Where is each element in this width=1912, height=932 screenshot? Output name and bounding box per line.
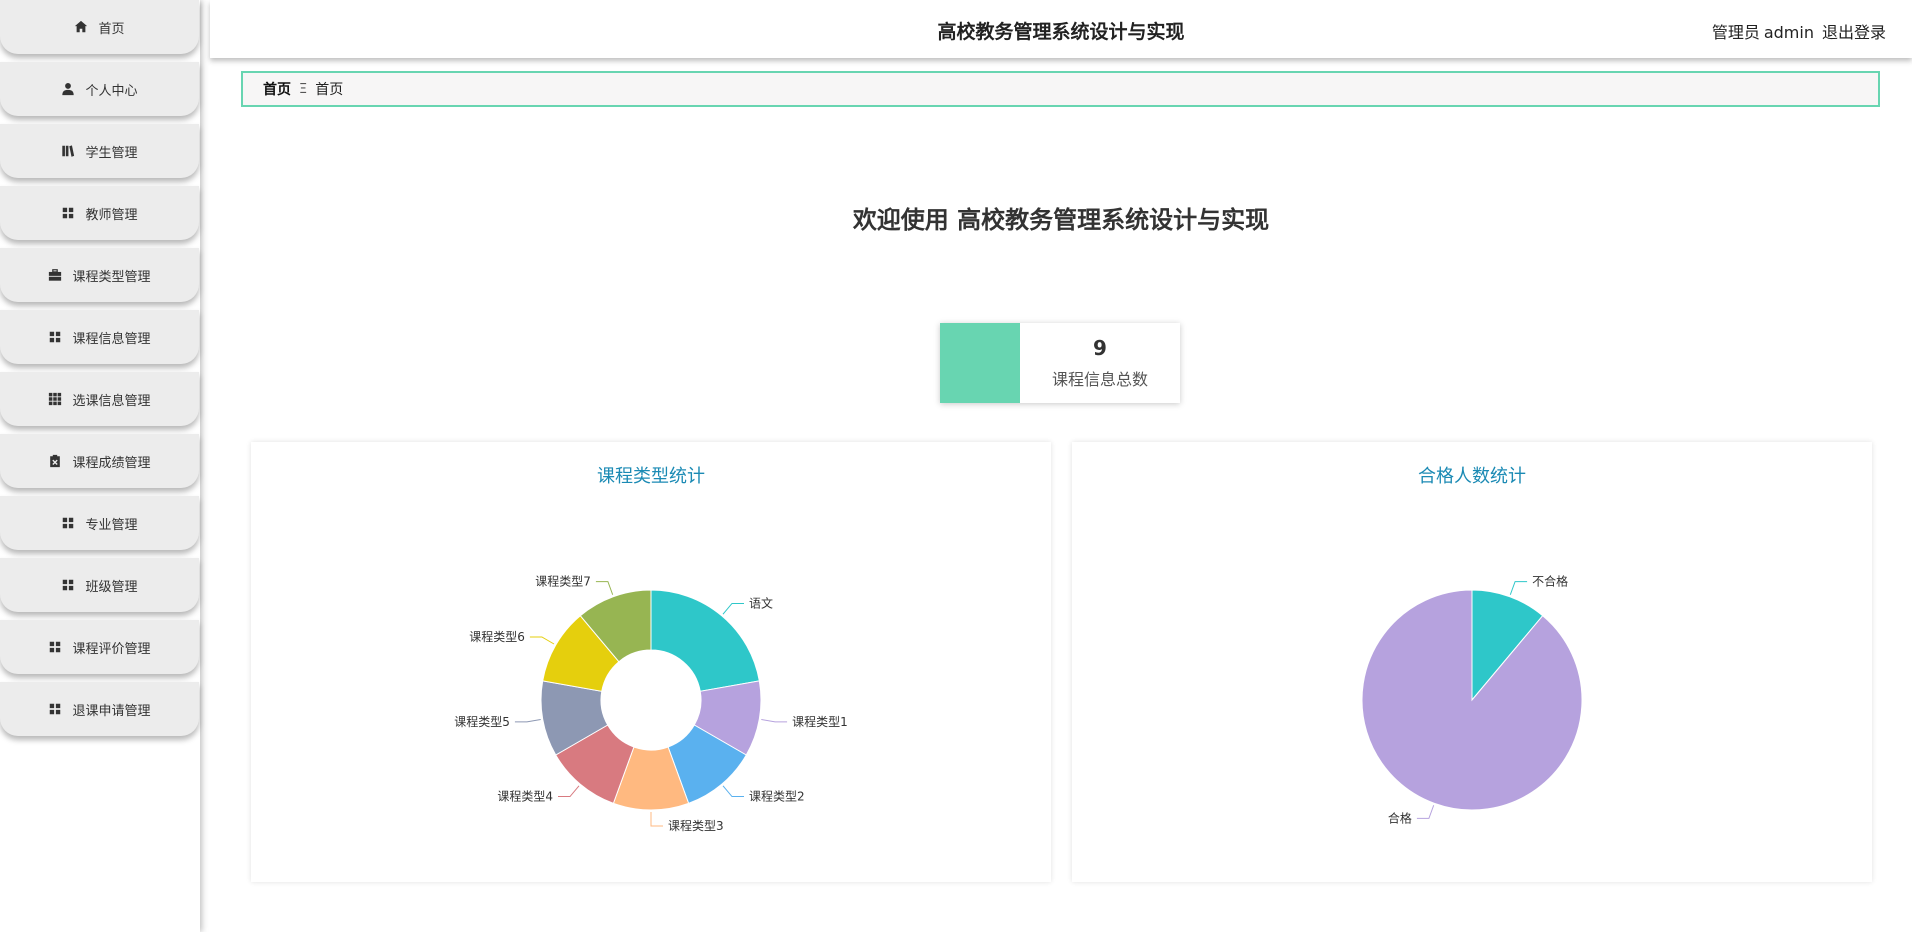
stat-card-color-block xyxy=(940,323,1020,403)
sidebar-item-5[interactable]: 课程信息管理 xyxy=(0,310,199,364)
stat-card: 9 课程信息总数 xyxy=(940,323,1180,403)
breadcrumb: 首页 Ξ 首页 xyxy=(241,71,1880,107)
breadcrumb-separator-icon: Ξ xyxy=(299,81,308,97)
course-type-label-line-6 xyxy=(529,636,555,645)
breadcrumb-current: 首页 xyxy=(315,82,344,98)
grid-icon xyxy=(61,516,75,530)
stat-card-value: 9 xyxy=(1093,336,1107,360)
pass-count-label-line-1 xyxy=(1416,805,1435,819)
course-type-label-5: 课程类型5 xyxy=(454,714,510,729)
pass-count-pie-chart: 不合格合格 xyxy=(1361,574,1583,825)
grid-icon xyxy=(48,640,62,654)
sidebar-item-label: 学生管理 xyxy=(85,145,138,161)
stat-card-label: 课程信息总数 xyxy=(1051,370,1148,389)
sidebar-item-7[interactable]: 课程成绩管理 xyxy=(0,434,199,488)
sidebar-item-3[interactable]: 教师管理 xyxy=(0,186,199,240)
course-type-donut-chart: 语文课程类型1 课程类型2 课程类型3 课程类型4 课程类型5 课程类型6 课程类型7 xyxy=(454,574,848,833)
course-type-label-line-0 xyxy=(722,602,744,615)
sidebar-item-0[interactable]: 首页 xyxy=(0,0,199,54)
sidebar-item-8[interactable]: 专业管理 xyxy=(0,496,199,550)
grid-icon xyxy=(61,578,75,592)
sidebar-item-9[interactable]: 班级管理 xyxy=(0,558,199,612)
sidebar-item-label: 首页 xyxy=(98,21,125,37)
sidebar-item-label: 退课申请管理 xyxy=(72,703,151,719)
sidebar-item-4[interactable]: 课程类型管理 xyxy=(0,248,199,302)
user-icon xyxy=(61,82,75,96)
course-type-label-line-7 xyxy=(595,581,614,595)
pass-count-label-line-0 xyxy=(1509,581,1528,595)
sidebar-item-1[interactable]: 个人中心 xyxy=(0,62,199,116)
sidebar-item-label: 专业管理 xyxy=(85,517,138,533)
course-type-label-2: 课程类型2 xyxy=(749,789,805,804)
sidebar-item-label: 班级管理 xyxy=(85,579,138,595)
apps-icon xyxy=(48,392,62,406)
sidebar: 首页个人中心学生管理教师管理课程类型管理 课程信息管理 选课信息管理 课程成绩管理 专业… xyxy=(0,0,200,932)
course-type-label-3: 课程类型3 xyxy=(668,818,724,833)
grid-icon xyxy=(48,330,62,344)
briefcase-icon xyxy=(48,268,62,282)
book-icon xyxy=(61,144,75,158)
sidebar-item-label: 课程成绩管理 xyxy=(72,455,151,471)
course-type-label-line-5 xyxy=(514,718,541,723)
breadcrumb-home[interactable]: 首页 xyxy=(263,79,291,99)
clipboard-icon xyxy=(48,454,62,468)
course-type-label-line-3 xyxy=(650,812,663,827)
home-icon xyxy=(74,20,88,34)
sidebar-item-11[interactable]: 退课申请管理 xyxy=(0,682,199,736)
course-type-label-line-2 xyxy=(722,785,744,798)
sidebar-item-label: 教师管理 xyxy=(85,207,138,223)
app-title: 高校教务管理系统设计与实现 xyxy=(937,21,1185,43)
course-type-label-4: 课程类型4 xyxy=(497,789,553,804)
sidebar-item-6[interactable]: 选课信息管理 xyxy=(0,372,199,426)
pass-count-label-0: 不合格 xyxy=(1532,574,1568,589)
welcome-heading: 欢迎使用 高校教务管理系统设计与实现 xyxy=(852,206,1270,234)
grid-icon xyxy=(61,206,75,220)
user-area: 管理员 admin 退出登录 xyxy=(1704,19,1886,43)
user-role: 管理员 xyxy=(1711,23,1760,42)
course-type-chart-panel: 课程类型统计 语文 课程类型1 课程类型2 课程类型3 课程类型4 课程类型5 课程类型6 课… xyxy=(251,442,1051,882)
sidebar-item-label: 选课信息管理 xyxy=(72,393,151,409)
course-type-slice-0[interactable] xyxy=(650,589,760,692)
logout-button[interactable]: 退出登录 xyxy=(1822,23,1886,42)
username: admin xyxy=(1763,23,1814,42)
sidebar-item-2[interactable]: 学生管理 xyxy=(0,124,199,178)
course-type-label-line-1 xyxy=(761,718,788,723)
course-type-label-7: 课程类型7 xyxy=(535,574,591,589)
course-type-label-0: 语文 xyxy=(749,595,773,610)
header: 高校教务管理系统设计与实现 管理员 admin 退出登录 xyxy=(210,0,1912,58)
pass-count-label-1: 合格 xyxy=(1388,810,1412,825)
course-type-label-1: 课程类型1 xyxy=(792,714,848,729)
grid-icon xyxy=(48,702,62,716)
sidebar-item-label: 课程评价管理 xyxy=(72,641,151,657)
sidebar-item-label: 个人中心 xyxy=(85,83,138,99)
pass-count-slice-1[interactable] xyxy=(1361,589,1583,811)
sidebar-item-label: 课程类型管理 xyxy=(72,269,151,285)
sidebar-item-label: 课程信息管理 xyxy=(72,331,151,347)
stat-card-body: 9 课程信息总数 xyxy=(1020,323,1180,403)
course-type-label-line-4 xyxy=(558,785,580,798)
sidebar-item-10[interactable]: 课程评价管理 xyxy=(0,620,199,674)
course-type-label-6: 课程类型6 xyxy=(469,629,525,644)
pass-count-chart-panel: 合格人数统计 不合格 合格 xyxy=(1072,442,1872,882)
